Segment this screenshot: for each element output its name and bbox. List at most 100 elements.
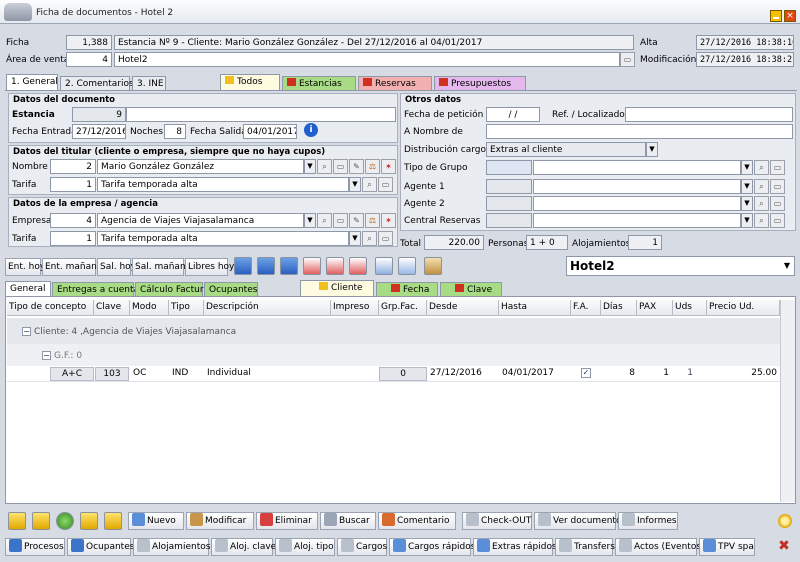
info-icon[interactable]: i bbox=[304, 123, 318, 137]
aloj-clave-button[interactable]: Aloj. clave bbox=[211, 538, 276, 556]
libres-hoy-button[interactable]: Libres hoy bbox=[185, 258, 234, 276]
card-icon[interactable]: ▭ bbox=[770, 179, 785, 194]
tab-ine[interactable]: 3. INE bbox=[132, 76, 166, 91]
tarifa-titular-dropdown[interactable]: ▼ bbox=[349, 177, 361, 192]
ver-documento-button[interactable]: Ver documento bbox=[534, 512, 621, 530]
col-tipo-concepto[interactable]: Tipo de concepto bbox=[7, 300, 94, 316]
minimize-button[interactable] bbox=[770, 10, 782, 22]
central-field[interactable] bbox=[533, 213, 741, 228]
report-icon[interactable] bbox=[375, 257, 393, 275]
s-doc-icon[interactable] bbox=[349, 257, 367, 275]
cell-dias[interactable]: 8 bbox=[601, 367, 637, 381]
refresh-icon[interactable] bbox=[56, 512, 74, 530]
agente2-code[interactable] bbox=[486, 196, 532, 211]
nombre-code-field[interactable]: 2 bbox=[50, 159, 96, 174]
cell-grp-fac[interactable]: 0 bbox=[379, 367, 427, 381]
estancia-desc-field[interactable] bbox=[126, 107, 396, 122]
agente1-field[interactable] bbox=[533, 179, 741, 194]
comentario-button[interactable]: Comentario bbox=[378, 512, 456, 530]
card-icon[interactable]: ▭ bbox=[333, 159, 348, 174]
search-icon[interactable]: ⌕ bbox=[317, 213, 332, 228]
search-icon[interactable]: ⌕ bbox=[362, 177, 377, 192]
tipo-grupo-field[interactable] bbox=[533, 160, 741, 175]
tab-todos[interactable]: Todos bbox=[220, 74, 280, 91]
sal-hoy-button[interactable]: Sal. hoy bbox=[97, 258, 136, 276]
central-code[interactable] bbox=[486, 213, 532, 228]
tab-sort-cliente[interactable]: Cliente bbox=[300, 280, 374, 296]
col-clave[interactable]: Clave bbox=[94, 300, 130, 316]
distribucion-dropdown[interactable]: ▼ bbox=[646, 142, 658, 157]
cell-tipo[interactable]: IND bbox=[170, 367, 190, 381]
edit-icon[interactable]: ✎ bbox=[349, 159, 364, 174]
tab-general-grid[interactable]: General bbox=[5, 281, 51, 297]
alojamientos-button[interactable]: Alojamientos bbox=[133, 538, 210, 556]
search-icon[interactable]: ⌕ bbox=[754, 196, 769, 211]
tab-estancias[interactable]: Estancias bbox=[282, 76, 356, 91]
agente2-field[interactable] bbox=[533, 196, 741, 211]
tab-sort-clave[interactable]: Clave bbox=[440, 282, 502, 297]
collapse-icon[interactable]: − bbox=[22, 327, 31, 336]
distribucion-select[interactable]: Extras al cliente bbox=[486, 142, 646, 157]
search-icon[interactable]: ⌕ bbox=[317, 159, 332, 174]
e-doc-icon[interactable] bbox=[303, 257, 321, 275]
ocupantes-button[interactable]: Ocupantes bbox=[67, 538, 134, 556]
gear-icon[interactable] bbox=[778, 514, 792, 528]
cell-precio[interactable]: 25.00 bbox=[707, 367, 779, 381]
aloj-tipo-button[interactable]: Aloj. tipo bbox=[275, 538, 335, 556]
fecha-peticion-field[interactable]: / / bbox=[486, 107, 540, 122]
scale-icon[interactable]: ⚖ bbox=[365, 159, 380, 174]
h-doc-icon[interactable] bbox=[326, 257, 344, 275]
col-hasta[interactable]: Hasta bbox=[499, 300, 571, 316]
agente1-dropdown[interactable]: ▼ bbox=[741, 179, 753, 194]
check-out-button[interactable]: Check-OUT bbox=[462, 512, 532, 530]
star-icon[interactable]: ✶ bbox=[381, 159, 396, 174]
search-icon[interactable]: ⌕ bbox=[754, 179, 769, 194]
tarifa-empresa-code[interactable]: 1 bbox=[50, 231, 96, 246]
edit-icon[interactable]: ✎ bbox=[349, 213, 364, 228]
col-uds[interactable]: Uds bbox=[673, 300, 707, 316]
fa-checkbox[interactable]: ✓ bbox=[581, 368, 591, 378]
extras-rapidos-button[interactable]: Extras rápidos bbox=[473, 538, 557, 556]
tab-entregas[interactable]: Entregas a cuenta bbox=[52, 282, 139, 297]
grid-scrollbar[interactable] bbox=[780, 300, 795, 502]
cargos-button[interactable]: Cargos bbox=[337, 538, 387, 556]
tab-reservas[interactable]: Reservas bbox=[358, 76, 432, 91]
empresa-dropdown[interactable]: ▼ bbox=[304, 213, 316, 228]
col-grp-fac[interactable]: Grp.Fac. bbox=[379, 300, 427, 316]
tab-comentarios[interactable]: 2. Comentarios bbox=[60, 76, 134, 91]
card-icon[interactable]: ▭ bbox=[378, 177, 393, 192]
form-icon[interactable] bbox=[280, 257, 298, 275]
next-record-icon[interactable] bbox=[80, 512, 98, 530]
tab-general[interactable]: 1. General bbox=[6, 74, 58, 91]
tarifa-titular-code[interactable]: 1 bbox=[50, 177, 96, 192]
col-dias[interactable]: Días bbox=[601, 300, 637, 316]
eliminar-button[interactable]: Eliminar bbox=[256, 512, 318, 530]
cell-clave[interactable]: 103 bbox=[95, 367, 129, 381]
cell-hasta[interactable]: 04/01/2017 bbox=[500, 367, 556, 381]
collapse-icon[interactable]: − bbox=[42, 351, 51, 360]
noches-field[interactable]: 8 bbox=[164, 124, 186, 139]
empresa-code-field[interactable]: 4 bbox=[50, 213, 96, 228]
tarifa-empresa-field[interactable]: Tarifa temporada alta bbox=[97, 231, 349, 246]
col-fa[interactable]: F.A. bbox=[571, 300, 601, 316]
ref-field[interactable] bbox=[625, 107, 793, 122]
card-icon[interactable]: ▭ bbox=[770, 160, 785, 175]
col-pax[interactable]: PAX bbox=[637, 300, 673, 316]
tab-sort-fecha[interactable]: Fecha bbox=[376, 282, 438, 297]
group-row-gf[interactable] bbox=[7, 344, 780, 366]
card-icon[interactable]: ▭ bbox=[378, 231, 393, 246]
cell-tipo-concepto[interactable]: A+C bbox=[50, 367, 94, 381]
informes-button[interactable]: Informes bbox=[618, 512, 678, 530]
tipo-grupo-dropdown[interactable]: ▼ bbox=[741, 160, 753, 175]
cell-pax[interactable]: 1 bbox=[637, 367, 671, 381]
procesos-button[interactable]: Procesos bbox=[5, 538, 65, 556]
nombre-field[interactable]: Mario González González bbox=[97, 159, 304, 174]
tpv-spa-button[interactable]: TPV spa bbox=[699, 538, 755, 556]
search-icon[interactable]: ⌕ bbox=[362, 231, 377, 246]
scale-icon[interactable]: ⚖ bbox=[365, 213, 380, 228]
sal-manana-button[interactable]: Sal. mañana bbox=[132, 258, 191, 276]
word-icon[interactable] bbox=[398, 257, 416, 275]
area-name-field[interactable]: Hotel2 bbox=[114, 52, 620, 67]
agente1-code[interactable] bbox=[486, 179, 532, 194]
hotel-select[interactable]: Hotel2 ▼ bbox=[566, 256, 795, 276]
